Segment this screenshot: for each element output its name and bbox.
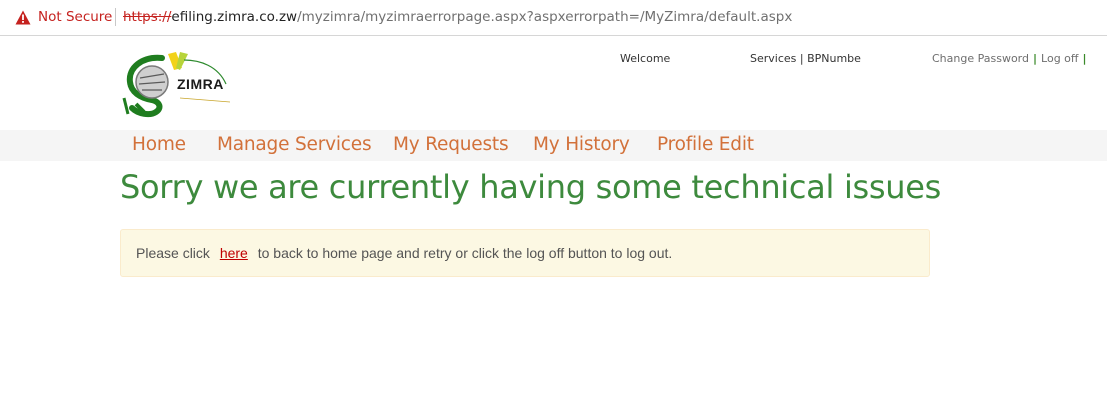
log-off-link[interactable]: Log off (1041, 52, 1078, 65)
nav-item-my-requests[interactable]: My Requests (393, 134, 509, 155)
nav-item-profile-edit[interactable]: Profile Edit (657, 134, 754, 155)
url-path: /myzimra/myzimraerrorpage.aspx?aspxerror… (297, 9, 793, 25)
welcome-label: Welcome (620, 52, 671, 65)
alert-suffix: to back to home page and retry or click … (257, 245, 673, 261)
link-separator: | (1082, 52, 1087, 65)
url-field[interactable]: https://efiling.zimra.co.zw/myzimra/myzi… (123, 9, 792, 25)
account-links: Change Password | Log off | (932, 52, 1091, 65)
alert-message: Please click here to back to home page a… (136, 245, 672, 261)
logo-text: ZIMRA (177, 76, 224, 92)
alert-prefix: Please click (136, 245, 210, 261)
url-host: efiling.zimra.co.zw (171, 9, 298, 25)
page-title: Sorry we are currently having some techn… (120, 168, 942, 206)
url-scheme: https:// (123, 9, 172, 25)
services-label: Services | BPNumbe (750, 52, 861, 65)
nav-item-manage-services[interactable]: Manage Services (217, 134, 372, 155)
warning-triangle-icon[interactable] (15, 10, 31, 25)
divider (115, 8, 116, 26)
home-link[interactable]: here (220, 245, 248, 261)
change-password-link[interactable]: Change Password (932, 52, 1029, 65)
main-nav: Home Manage Services My Requests My Hist… (0, 130, 1107, 161)
error-alert: Please click here to back to home page a… (120, 229, 930, 277)
address-bar[interactable]: Not Secure https://efiling.zimra.co.zw/m… (0, 0, 1107, 36)
nav-item-home[interactable]: Home (132, 134, 186, 155)
security-status[interactable]: Not Secure (38, 9, 112, 25)
nav-item-my-history[interactable]: My History (533, 134, 630, 155)
link-separator: | (1033, 52, 1038, 65)
